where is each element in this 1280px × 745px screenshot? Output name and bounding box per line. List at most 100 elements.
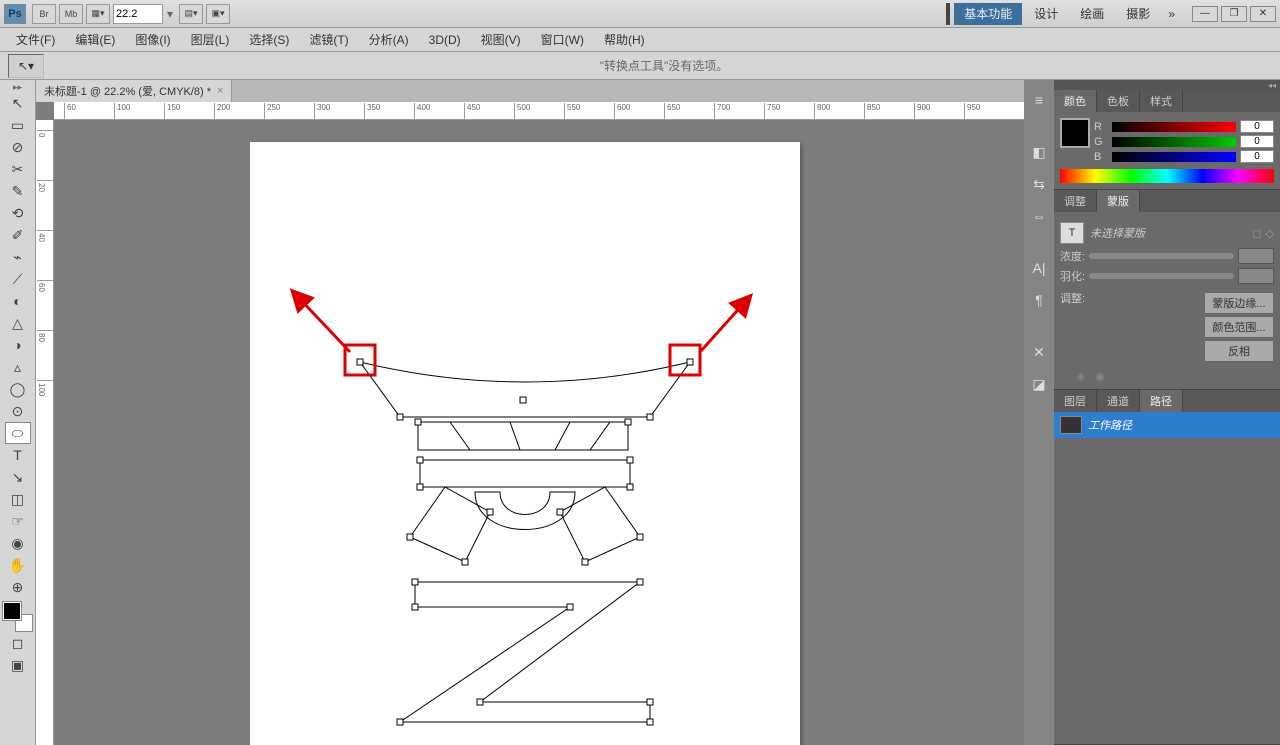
close-button[interactable]: ✕ (1250, 6, 1276, 22)
menu-select[interactable]: 选择(S) (239, 28, 299, 51)
menu-analysis[interactable]: 分析(A) (359, 28, 419, 51)
workspace-photo[interactable]: 摄影 (1116, 3, 1160, 25)
workspace-painting[interactable]: 绘画 (1070, 3, 1114, 25)
tab-adjustments[interactable]: 调整 (1054, 190, 1097, 212)
input-g[interactable] (1240, 135, 1274, 148)
tool-blur[interactable]: ▵ (5, 356, 31, 378)
screenmode2-button[interactable]: ▣▾ (206, 4, 230, 24)
tab-channels[interactable]: 通道 (1097, 390, 1140, 412)
strip-brushes-icon[interactable]: ⇆ (1027, 172, 1051, 196)
close-tab-icon[interactable]: × (217, 85, 223, 97)
tool-history[interactable]: ◐ (5, 290, 31, 312)
current-tool-icon[interactable]: ↖▾ (8, 54, 44, 78)
tool-gradient[interactable]: ◑ (5, 334, 31, 356)
tool-stamp[interactable]: ⟋ (5, 268, 31, 290)
panel-collapse-icon[interactable]: ◂◂ (1268, 81, 1276, 90)
mask-ico1[interactable]: ◌ (1060, 370, 1067, 383)
slider-b[interactable] (1112, 152, 1236, 162)
input-b[interactable] (1240, 150, 1274, 163)
vector-mask-icon[interactable]: ◇ (1266, 227, 1274, 240)
tool-quickmask[interactable]: ◻ (5, 632, 31, 654)
bridge-button[interactable]: Br (32, 4, 56, 24)
mask-unselected-label: 未选择蒙版 (1090, 225, 1248, 241)
minibridge-button[interactable]: Mb (59, 4, 83, 24)
tool-lasso[interactable]: ⊘ (5, 136, 31, 158)
invert-button[interactable]: 反相 (1204, 340, 1274, 362)
fg-color[interactable] (3, 602, 21, 620)
tool-eyedrop[interactable]: ⟲ (5, 202, 31, 224)
feather-label: 羽化: (1060, 268, 1085, 284)
tool-type[interactable]: T (5, 444, 31, 466)
input-r[interactable] (1240, 120, 1274, 133)
tool-screenmode[interactable]: ▣ (5, 654, 31, 676)
pixel-mask-icon[interactable]: ◻ (1252, 227, 1261, 240)
tool-3dcam[interactable]: ◉ (5, 532, 31, 554)
strip-nav-icon[interactable]: ◪ (1027, 372, 1051, 396)
tool-eraser[interactable]: △ (5, 312, 31, 334)
mask-edge-button[interactable]: 蒙版边缘... (1204, 292, 1274, 314)
tool-marquee[interactable]: ▭ (5, 114, 31, 136)
mask-ico3[interactable]: ◉ (1095, 370, 1105, 383)
tool-zoom[interactable]: ⊕ (5, 576, 31, 598)
workspace-more[interactable]: » (1162, 3, 1181, 25)
options-message: "转换点工具"没有选项。 (48, 57, 1280, 74)
maximize-button[interactable]: ❐ (1221, 6, 1247, 22)
tool-brush[interactable]: ⌁ (5, 246, 31, 268)
tool-pen[interactable]: ⊙ (5, 400, 31, 422)
menu-view[interactable]: 视图(V) (471, 28, 531, 51)
color-swatch[interactable] (1060, 118, 1090, 148)
tool-dodge[interactable]: ◯ (5, 378, 31, 400)
slider-r[interactable] (1112, 122, 1236, 132)
menu-help[interactable]: 帮助(H) (594, 28, 655, 51)
artboard[interactable] (250, 142, 800, 745)
strip-tools-icon[interactable]: ✕ (1027, 340, 1051, 364)
menu-filter[interactable]: 滤镜(T) (299, 28, 358, 51)
strip-clone-icon[interactable]: ⇔ (1027, 204, 1051, 228)
document-tab[interactable]: 未标题-1 @ 22.2% (爱, CMYK/8) * × (36, 80, 232, 102)
strip-paragraph-icon[interactable]: ¶ (1027, 288, 1051, 312)
ruler-horizontal[interactable]: 6010015020025030035040045050055060065070… (54, 102, 1024, 120)
menu-window[interactable]: 窗口(W) (531, 28, 594, 51)
refine-label: 调整: (1060, 290, 1085, 306)
tool-heal[interactable]: ✐ (5, 224, 31, 246)
workspace-design[interactable]: 设计 (1024, 3, 1068, 25)
density-slider (1089, 253, 1234, 259)
tab-swatches[interactable]: 色板 (1097, 90, 1140, 112)
strip-swatches-icon[interactable]: ◧ (1027, 140, 1051, 164)
tool-shape[interactable]: ◫ (5, 488, 31, 510)
ruler-vertical[interactable]: 020406080100 (36, 120, 54, 745)
menu-image[interactable]: 图像(I) (125, 28, 180, 51)
tab-masks[interactable]: 蒙版 (1097, 190, 1140, 212)
arrange-button[interactable]: ▤▾ (179, 4, 203, 24)
menu-edit[interactable]: 编辑(E) (65, 28, 125, 51)
tab-layers[interactable]: 图层 (1054, 390, 1097, 412)
workspace-essentials[interactable]: 基本功能 (954, 3, 1022, 25)
color-spectrum[interactable] (1060, 169, 1274, 183)
screenmode-button[interactable]: ▦▾ (86, 4, 110, 24)
tab-styles[interactable]: 样式 (1140, 90, 1183, 112)
tool-pathsel[interactable]: ↘ (5, 466, 31, 488)
strip-character-icon[interactable]: A| (1027, 256, 1051, 280)
minimize-button[interactable]: — (1192, 6, 1218, 22)
tool-hand[interactable]: ✋ (5, 554, 31, 576)
tab-color[interactable]: 颜色 (1054, 90, 1097, 112)
tool-move[interactable]: ↖ (5, 92, 31, 114)
tool-wand[interactable]: ✂ (5, 158, 31, 180)
zoom-input[interactable] (113, 4, 163, 24)
slider-g[interactable] (1112, 137, 1236, 147)
canvas[interactable] (54, 120, 1024, 745)
zoom-dropdown-icon[interactable]: ▾ (167, 7, 173, 21)
menu-layer[interactable]: 图层(L) (181, 28, 240, 51)
menu-3d[interactable]: 3D(D) (419, 28, 471, 51)
tool-convertpoint[interactable]: ⬭ (5, 422, 31, 444)
tool-crop[interactable]: ✎ (5, 180, 31, 202)
menu-file[interactable]: 文件(F) (6, 28, 65, 51)
density-value (1238, 248, 1274, 264)
mask-ico2[interactable]: ◈ (1077, 370, 1085, 383)
path-item-workpath[interactable]: 工作路径 (1054, 412, 1280, 438)
tab-paths[interactable]: 路径 (1140, 390, 1183, 412)
tool-3d[interactable]: ☞ (5, 510, 31, 532)
color-range-button[interactable]: 颜色范围... (1204, 316, 1274, 338)
strip-history-icon[interactable]: ≡ (1027, 88, 1051, 112)
color-picker[interactable] (3, 602, 33, 632)
